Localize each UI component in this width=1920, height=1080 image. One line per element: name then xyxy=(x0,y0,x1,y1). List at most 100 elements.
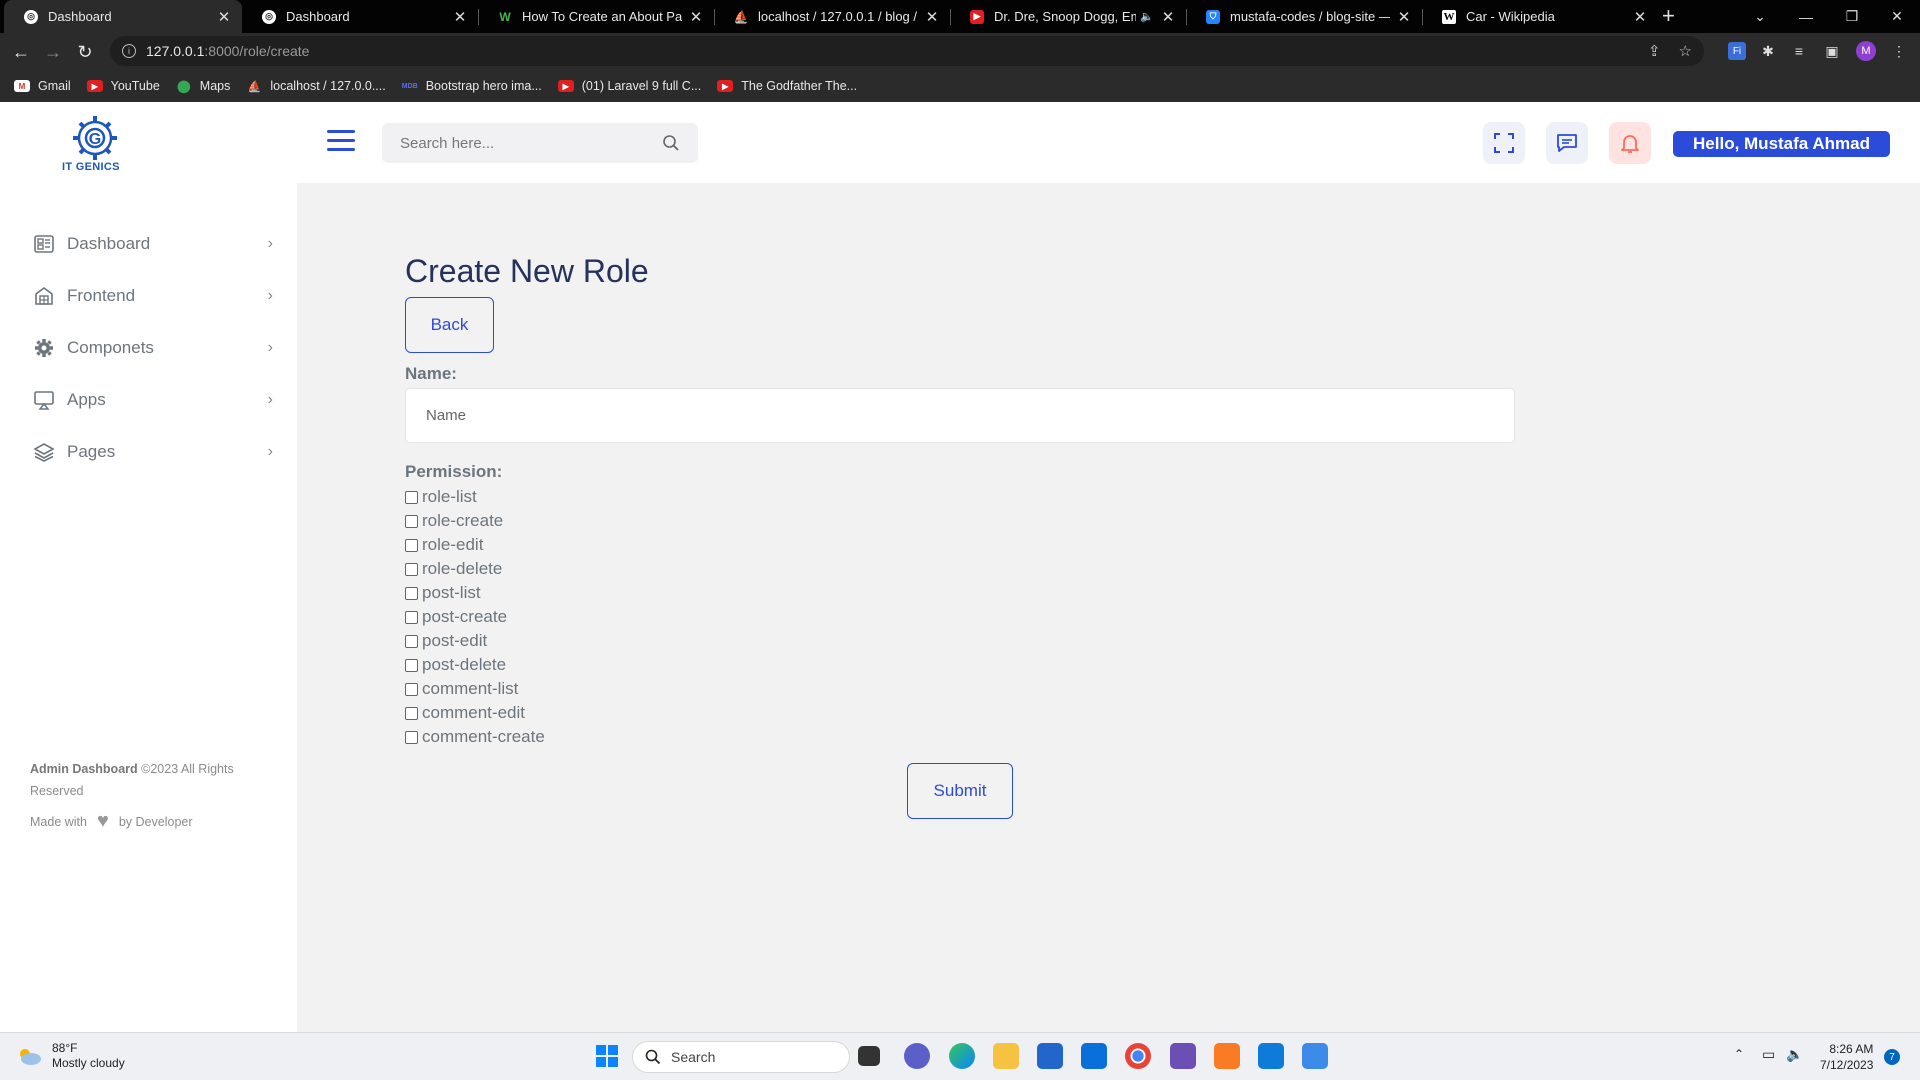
extensions-puzzle-icon[interactable]: ✱ xyxy=(1759,42,1777,60)
phpmyadmin-icon: ⛵ xyxy=(733,9,749,24)
bookmark-youtube[interactable]: ▶ YouTube xyxy=(86,79,160,93)
permission-checkbox[interactable] xyxy=(405,586,418,600)
youtube-icon: ▶ xyxy=(970,9,984,24)
mail-icon[interactable] xyxy=(1081,1043,1107,1069)
site-info-icon[interactable]: i xyxy=(122,44,136,58)
close-window-icon[interactable]: ✕ xyxy=(1874,0,1920,33)
network-icon[interactable]: ▭ xyxy=(1762,1046,1775,1063)
tab-title: How To Create an About Page xyxy=(522,9,682,24)
search-input[interactable] xyxy=(400,134,662,152)
permission-checkbox[interactable] xyxy=(405,706,418,720)
weather-status: Mostly cloudy xyxy=(52,1056,125,1070)
bookmark-godfather[interactable]: ▶ The Godfather The... xyxy=(717,79,857,93)
file-explorer-icon[interactable] xyxy=(993,1043,1019,1069)
bookmark-laravel[interactable]: ▶ (01) Laravel 9 full C... xyxy=(557,79,702,93)
permission-checkbox[interactable] xyxy=(405,658,418,672)
messages-button[interactable] xyxy=(1546,122,1588,164)
permission-checkbox[interactable] xyxy=(405,682,418,696)
url-text: 127.0.0.1:8000/role/create xyxy=(146,43,309,59)
permission-item: post-edit xyxy=(405,629,545,653)
sidebar-item-apps[interactable]: Apps › xyxy=(33,382,273,418)
new-tab-icon[interactable]: + xyxy=(1662,3,1675,29)
forward-arrow-icon[interactable]: → xyxy=(40,39,66,65)
user-greeting-button[interactable]: Hello, Mustafa Ahmad xyxy=(1673,131,1890,157)
permission-checkbox[interactable] xyxy=(405,538,418,552)
close-tab-icon[interactable]: ✕ xyxy=(1160,8,1176,26)
tab-title: mustafa-codes / blog-site — Bi xyxy=(1230,9,1390,24)
reading-list-icon[interactable]: ≡ xyxy=(1790,42,1808,60)
bookmark-label: (01) Laravel 9 full C... xyxy=(581,79,702,93)
sidebar-item-label: Apps xyxy=(67,390,106,409)
menu-dots-icon[interactable]: ⋮ xyxy=(1890,42,1908,60)
slack-icon[interactable] xyxy=(1170,1043,1196,1069)
browser-tab-4[interactable]: ▶ Dr. Dre, Snoop Dogg, Emine 🔈 ✕ xyxy=(950,0,1186,33)
bookmark-gmail[interactable]: M Gmail xyxy=(14,79,71,93)
bell-icon xyxy=(1621,135,1639,153)
hamburger-menu-icon[interactable] xyxy=(327,130,355,152)
extension-fi-icon[interactable]: Fi xyxy=(1728,42,1746,60)
close-tab-icon[interactable]: ✕ xyxy=(688,8,704,26)
address-bar[interactable]: i 127.0.0.1:8000/role/create ⇪ ☆ xyxy=(110,36,1704,66)
bookmark-bootstrap[interactable]: MDB Bootstrap hero ima... xyxy=(402,79,542,93)
restore-icon[interactable]: ❐ xyxy=(1829,0,1875,33)
side-panel-icon[interactable]: ▣ xyxy=(1823,42,1841,60)
profile-avatar[interactable]: M xyxy=(1856,41,1876,61)
volume-icon[interactable]: 🔈 xyxy=(1786,1046,1803,1063)
notification-badge[interactable]: 7 xyxy=(1884,1049,1900,1065)
bookmark-localhost[interactable]: ⛵ localhost / 127.0.0.... xyxy=(246,79,386,93)
browser-tab-5[interactable]: ⛉ mustafa-codes / blog-site — Bi ✕ xyxy=(1186,0,1422,33)
back-button[interactable]: Back xyxy=(405,297,494,353)
share-icon[interactable]: ⇪ xyxy=(1648,42,1661,60)
fullscreen-icon xyxy=(1494,133,1514,153)
close-tab-icon[interactable]: ✕ xyxy=(1632,8,1648,26)
browser-tab-6[interactable]: W Car - Wikipedia ✕ xyxy=(1422,0,1658,33)
permission-checkbox[interactable] xyxy=(405,730,418,744)
taskbar-search[interactable]: Search xyxy=(632,1041,850,1073)
search-icon[interactable] xyxy=(662,134,680,152)
system-clock[interactable]: 8:26 AM 7/12/2023 xyxy=(1820,1041,1873,1073)
reload-icon[interactable]: ↻ xyxy=(72,39,98,65)
snipping-tool-icon[interactable] xyxy=(1302,1043,1328,1069)
tab-search-icon[interactable]: ⌄ xyxy=(1737,0,1783,33)
close-tab-icon[interactable]: ✕ xyxy=(924,8,940,26)
notifications-button[interactable] xyxy=(1609,122,1651,164)
weather-widget[interactable]: 88°F Mostly cloudy xyxy=(16,1041,125,1071)
fullscreen-button[interactable] xyxy=(1483,122,1525,164)
logo-text: IT GENICS xyxy=(62,161,120,173)
sidebar-item-frontend[interactable]: Frontend › xyxy=(33,278,273,314)
back-arrow-icon[interactable]: ← xyxy=(8,39,34,65)
close-tab-icon[interactable]: ✕ xyxy=(216,8,232,26)
permission-name: comment-create xyxy=(422,727,545,746)
permission-checkbox[interactable] xyxy=(405,610,418,624)
permission-checkbox[interactable] xyxy=(405,514,418,528)
speaker-icon[interactable]: 🔈 xyxy=(1140,10,1154,23)
task-view-icon[interactable] xyxy=(858,1046,880,1066)
windows-start-icon[interactable] xyxy=(594,1043,620,1069)
sidebar-item-pages[interactable]: Pages › xyxy=(33,434,273,470)
teams-chat-icon[interactable] xyxy=(904,1043,930,1069)
show-hidden-icons-icon[interactable]: ⌃ xyxy=(1734,1047,1744,1061)
edge-icon[interactable] xyxy=(949,1043,975,1069)
globe-icon: ◎ xyxy=(262,9,276,24)
browser-tab-1[interactable]: ◎ Dashboard ✕ xyxy=(242,0,478,33)
minimize-icon[interactable]: — xyxy=(1783,0,1829,33)
header-search xyxy=(382,123,698,163)
submit-button[interactable]: Submit xyxy=(907,763,1013,819)
chrome-icon[interactable] xyxy=(1125,1043,1151,1069)
sidebar-item-componets[interactable]: Componets › xyxy=(33,330,273,366)
store-icon[interactable] xyxy=(1037,1043,1063,1069)
sidebar-item-dashboard[interactable]: Dashboard › xyxy=(33,226,273,262)
xampp-icon[interactable] xyxy=(1214,1043,1240,1069)
bookmark-maps[interactable]: ⬤ Maps xyxy=(176,79,230,93)
permission-checkbox[interactable] xyxy=(405,490,418,504)
close-tab-icon[interactable]: ✕ xyxy=(1396,8,1412,26)
permission-checkbox[interactable] xyxy=(405,634,418,648)
vscode-icon[interactable] xyxy=(1258,1043,1284,1069)
browser-tab-3[interactable]: ⛵ localhost / 127.0.0.1 / blog / po ✕ xyxy=(714,0,950,33)
name-field[interactable] xyxy=(405,388,1515,443)
permission-checkbox[interactable] xyxy=(405,562,418,576)
star-icon[interactable]: ☆ xyxy=(1679,42,1692,60)
close-tab-icon[interactable]: ✕ xyxy=(452,8,468,26)
browser-tab-2[interactable]: W How To Create an About Page ✕ xyxy=(478,0,714,33)
browser-tab-0[interactable]: ◎ Dashboard ✕ xyxy=(4,0,242,33)
